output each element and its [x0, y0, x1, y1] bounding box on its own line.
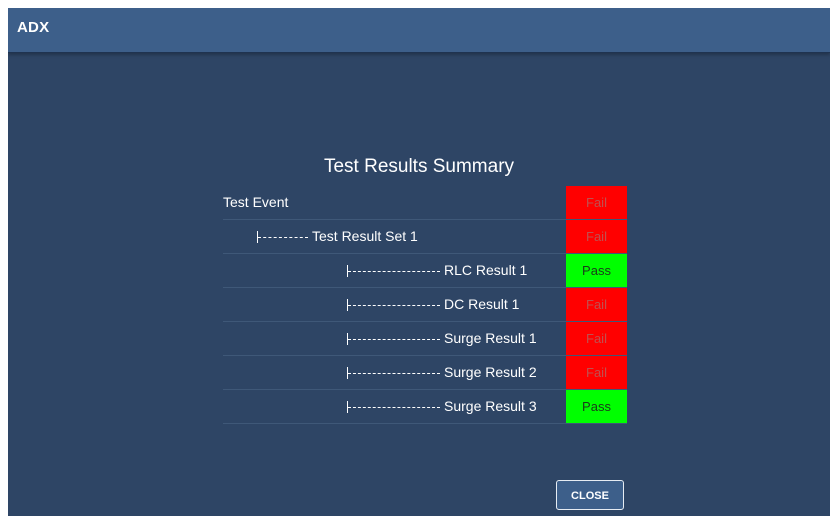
result-row: Test Event Fail [223, 186, 627, 220]
result-name: DC Result 1 [444, 296, 520, 312]
status-badge: Pass [566, 390, 627, 423]
status-badge: Fail [566, 322, 627, 355]
title-bar: ADX [8, 8, 830, 53]
status-badge: Fail [566, 186, 627, 219]
tree-connector-icon [347, 366, 440, 379]
result-row: Surge Result 3 Pass [223, 390, 627, 424]
close-button[interactable]: CLOSE [556, 480, 624, 510]
test-results-window: ADX Test Results Summary Test Event Fail T… [8, 8, 830, 516]
result-row-label: Surge Result 1 [347, 322, 537, 355]
status-badge: Fail [566, 288, 627, 321]
result-row-label: Test Result Set 1 [257, 220, 418, 253]
tree-connector-icon [347, 264, 440, 277]
result-row-label: DC Result 1 [347, 288, 519, 321]
tree-connector-icon [257, 230, 308, 243]
result-name: Test Result Set 1 [312, 228, 418, 244]
result-row: Surge Result 2 Fail [223, 356, 627, 390]
summary-title: Test Results Summary [323, 156, 515, 177]
tree-connector-icon [347, 298, 440, 311]
results-tree: Test Event Fail Test Result Set 1 Fail RLC R… [223, 186, 627, 424]
app-title: ADX [17, 19, 50, 36]
result-row-label: Test Event [223, 186, 288, 219]
result-name: RLC Result 1 [444, 262, 528, 278]
result-row-label: Surge Result 2 [347, 356, 537, 389]
status-badge: Pass [566, 254, 627, 287]
result-row-label: RLC Result 1 [347, 254, 527, 287]
result-row: RLC Result 1 Pass [223, 254, 627, 288]
result-row: DC Result 1 Fail [223, 288, 627, 322]
tree-connector-icon [347, 332, 440, 345]
status-badge: Fail [566, 356, 627, 389]
result-row: Test Result Set 1 Fail [223, 220, 627, 254]
result-name: Surge Result 1 [444, 330, 537, 346]
result-name: Surge Result 2 [444, 364, 537, 380]
result-name: Surge Result 3 [444, 398, 537, 414]
result-row-label: Surge Result 3 [347, 390, 537, 423]
result-name: Test Event [223, 194, 289, 210]
tree-connector-icon [347, 400, 440, 413]
result-row: Surge Result 1 Fail [223, 322, 627, 356]
status-badge: Fail [566, 220, 627, 253]
